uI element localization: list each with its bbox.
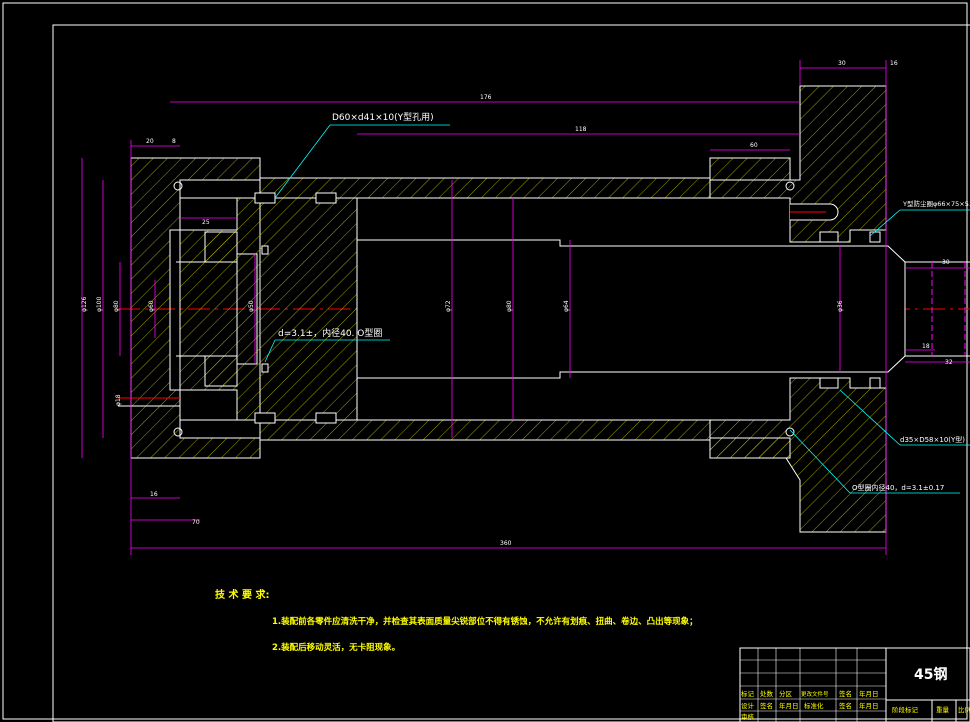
label-dust-seal: Y型防尘圈φ66×75×5. [902,199,970,208]
dim-overall-length: 360 [500,540,512,547]
dim-118: 118 [575,126,587,133]
label-piston-seal: D60×d41×10(Y型孔用) [332,112,434,123]
dim-60: 60 [750,142,758,149]
dim-dia-60-left: φ60 [148,300,155,312]
dim-dia-50-mid: φ50 [248,300,255,312]
dim-dia-80: φ80 [506,300,513,312]
tb-stage-label: 阶段标记 [892,705,919,714]
dim-16-top: 16 [890,60,898,67]
dim-16-bottom: 16 [150,491,158,498]
tb-r1c1: 标记 [741,689,755,698]
material-label: 45钢 [914,666,947,683]
tb-r2c2: 签名 [760,701,773,710]
dim-dia-72: φ72 [445,300,452,312]
tb-r1c6: 年月日 [859,689,879,698]
tb-r1c2: 处数 [760,689,774,698]
dim-dia-36: φ36 [837,300,844,312]
dim-dia-100: φ100 [96,296,103,312]
dim-70-bottom: 70 [192,519,200,526]
label-rod-seal: d35×D58×10(Y型) [900,435,965,444]
dim-32-right: 32 [945,359,953,366]
piston [179,192,358,424]
tb-scale-label: 比例 [958,705,970,714]
label-piston-oring: d=3.1±，内径40. O型圈 [278,327,382,339]
tb-weight-label: 重量 [936,706,950,714]
tech-req-title: 技 术 要 求: [215,588,269,601]
dim-dia-126: φ126 [81,296,88,312]
tb-r3c1: 审核 [741,712,755,721]
dim-8-left: 8 [172,138,176,145]
tb-r1c5: 签名 [839,689,852,698]
cad-drawing: 360 176 118 60 30 16 20 8 25 16 70 φ126 … [2,2,970,722]
dim-25-inner: 25 [202,219,210,226]
dim-176: 176 [480,94,492,101]
dim-18-right: 18 [922,343,930,350]
tb-r1c3: 分区 [779,689,793,698]
tb-r2c3: 年月日 [779,701,799,710]
tb-r2c6: 年月日 [859,701,879,710]
tech-req-item-2: 2.装配后移动灵活，无卡阻现象。 [272,642,400,653]
dim-20-left: 20 [146,138,154,145]
dim-dia-80-left: φ80 [113,300,120,312]
dim-dia-64: φ64 [563,300,570,312]
dim-dia-left-small: φ18 [115,394,122,406]
dim-30-right: 30 [942,259,950,266]
dim-30-top: 30 [838,60,846,67]
tb-r1c4: 更改文件号 [801,690,829,698]
tb-r2c4: 标准化 [804,701,824,710]
title-block: 45钢 标记 处数 分区 更改文件号 签名 年月日 设计 签名 年月日 标准化 … [739,647,970,722]
label-cap-oring: O型圈内径40，d=3.1±0.17 [852,483,944,492]
tb-r2c5: 签名 [839,701,852,710]
tb-r2c1: 设计 [741,701,755,710]
tech-req-item-1: 1.装配前各零件应清洗干净，并检查其表面质量尖锐部位不得有锈蚀，不允许有划痕、扭… [272,616,698,627]
technical-requirements: 技 术 要 求: 1.装配前各零件应清洗干净，并检查其表面质量尖锐部位不得有锈蚀… [215,588,698,653]
